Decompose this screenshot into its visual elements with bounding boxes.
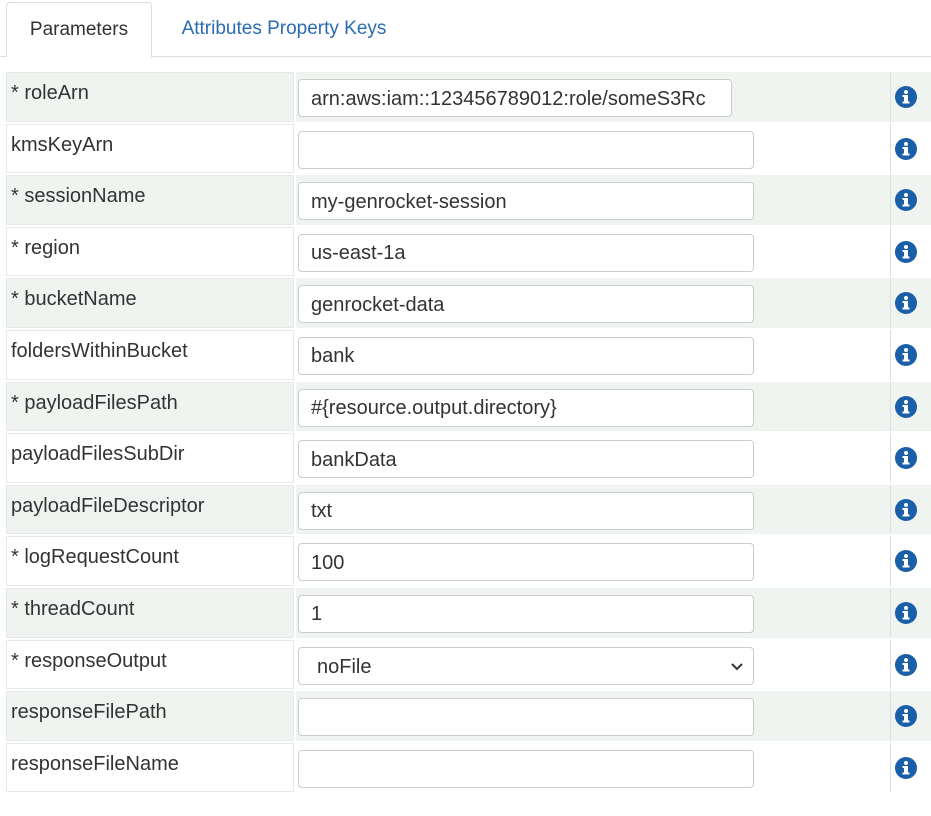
param-label: * logRequestCount: [6, 536, 294, 586]
tab-attributes-property-keys[interactable]: Attributes Property Keys: [160, 2, 408, 56]
folderswithinbucket-input[interactable]: [298, 336, 754, 375]
param-label: payloadFileDescriptor: [6, 484, 294, 535]
info-icon[interactable]: [895, 137, 917, 160]
param-value-cell: [296, 536, 890, 586]
param-label: * responseOutput: [6, 639, 294, 690]
info-icon[interactable]: [895, 395, 917, 418]
param-info-cell: [890, 278, 931, 328]
param-value-cell: [296, 381, 890, 432]
param-info-cell: [890, 691, 931, 741]
param-info-cell: [890, 226, 931, 277]
responsefilename-input[interactable]: [298, 749, 754, 788]
param-row-responsefilename: responseFileName: [0, 742, 931, 794]
param-value-cell: [296, 72, 890, 122]
param-label: * sessionName: [6, 175, 294, 225]
sessionname-input[interactable]: [298, 182, 754, 221]
param-value-cell: [296, 743, 890, 793]
info-icon[interactable]: [895, 705, 917, 728]
info-icon[interactable]: [895, 189, 917, 212]
param-row-payloadfilessubdir: payloadFilesSubDir: [0, 432, 931, 484]
info-icon[interactable]: [895, 86, 917, 108]
tab-bar: Parameters Attributes Property Keys: [0, 0, 931, 58]
bucketname-input[interactable]: [298, 285, 754, 324]
rolearn-input[interactable]: [298, 79, 732, 117]
param-info-cell: [890, 433, 931, 483]
param-row-kmskeyarn: kmsKeyArn: [0, 123, 931, 175]
info-icon[interactable]: [895, 240, 917, 263]
param-label: * threadCount: [6, 587, 294, 638]
param-info-cell: [890, 72, 931, 122]
param-row-payloadfilespath: * payloadFilesPath: [0, 381, 931, 433]
threadcount-input[interactable]: [298, 594, 754, 633]
param-value-cell: [296, 227, 890, 277]
chevron-down-icon: [729, 660, 745, 672]
info-icon[interactable]: [895, 601, 917, 624]
param-value-cell: [296, 124, 890, 174]
region-input[interactable]: [298, 233, 754, 272]
param-info-cell: [890, 639, 931, 690]
param-row-region: * region: [0, 226, 931, 278]
param-label: * roleArn: [6, 72, 294, 122]
param-row-folderswithinbucket: foldersWithinBucket: [0, 329, 931, 381]
param-label: * payloadFilesPath: [6, 381, 294, 432]
param-value-cell: [296, 175, 890, 225]
param-info-cell: [890, 484, 931, 535]
info-icon[interactable]: [895, 653, 917, 676]
param-value-cell: noFile: [296, 640, 890, 690]
param-info-cell: [890, 381, 931, 432]
info-icon[interactable]: [895, 447, 917, 470]
param-label: kmsKeyArn: [6, 123, 294, 174]
param-info-cell: [890, 742, 931, 793]
param-info-cell: [890, 587, 931, 638]
payloadfilessubdir-input[interactable]: [298, 440, 754, 479]
param-row-rolearn: * roleArn: [0, 71, 931, 123]
param-row-threadcount: * threadCount: [0, 587, 931, 639]
info-icon[interactable]: [895, 292, 917, 315]
param-row-payloadfiledescriptor: payloadFileDescriptor: [0, 484, 931, 536]
param-label: * region: [6, 226, 294, 277]
param-value-cell: [296, 484, 890, 535]
param-label: * bucketName: [6, 278, 294, 328]
param-row-logrequestcount: * logRequestCount: [0, 535, 931, 587]
parameters-table: * roleArn kmsKeyArn * sessionName * regi…: [0, 71, 931, 793]
param-value-cell: [296, 433, 890, 483]
param-value-cell: [296, 587, 890, 638]
tab-parameters[interactable]: Parameters: [6, 2, 152, 58]
param-info-cell: [890, 123, 931, 174]
param-info-cell: [890, 536, 931, 586]
param-label: payloadFilesSubDir: [6, 433, 294, 483]
info-icon[interactable]: [895, 343, 917, 366]
param-value-cell: [296, 691, 890, 741]
param-value-cell: [296, 278, 890, 328]
responsefilepath-input[interactable]: [298, 698, 754, 737]
kmskeyarn-input[interactable]: [298, 130, 754, 169]
info-icon[interactable]: [895, 756, 917, 779]
param-row-responseoutput: * responseOutput noFile: [0, 639, 931, 691]
info-icon[interactable]: [895, 550, 917, 573]
payloadfilespath-input[interactable]: [298, 388, 754, 427]
select-value: noFile: [317, 655, 372, 678]
payloadfiledescriptor-input[interactable]: [298, 491, 754, 530]
param-label: responseFileName: [6, 742, 294, 793]
param-value-cell: [296, 330, 890, 380]
param-row-responsefilepath: responseFilePath: [0, 690, 931, 742]
param-info-cell: [890, 329, 931, 380]
info-icon[interactable]: [895, 498, 917, 521]
logrequestcount-input[interactable]: [298, 543, 754, 582]
responseoutput-select[interactable]: noFile: [298, 646, 754, 685]
param-label: foldersWithinBucket: [6, 329, 294, 380]
param-row-bucketname: * bucketName: [0, 277, 931, 329]
param-row-sessionname: * sessionName: [0, 174, 931, 226]
param-info-cell: [890, 175, 931, 225]
param-label: responseFilePath: [6, 691, 294, 741]
